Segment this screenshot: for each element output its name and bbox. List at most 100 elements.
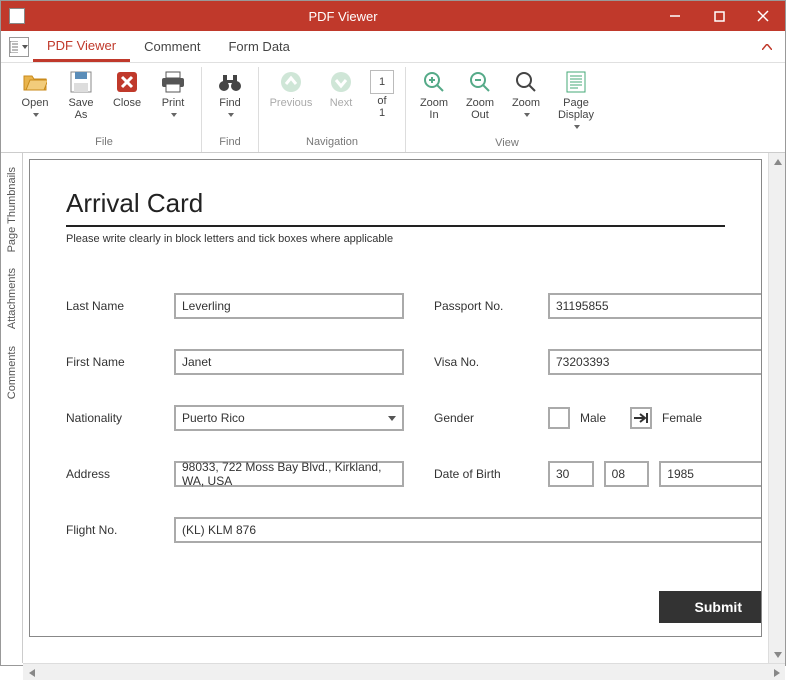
label-gender: Gender (434, 411, 518, 425)
input-firstname[interactable]: Janet (174, 349, 404, 375)
checkbox-male[interactable] (548, 407, 570, 429)
side-tab-thumbnails[interactable]: Page Thumbnails (6, 167, 18, 252)
page-subtitle: Please write clearly in block letters an… (66, 233, 725, 245)
input-address[interactable]: 98033, 722 Moss Bay Blvd., Kirkland, WA,… (174, 461, 404, 487)
menubar: PDF Viewer Comment Form Data (1, 31, 785, 63)
close-button[interactable]: Close (105, 67, 149, 134)
find-button[interactable]: Find (208, 67, 252, 134)
input-dob-year[interactable]: 1985 (659, 461, 762, 487)
submit-button[interactable]: Submit (659, 591, 762, 623)
next-button[interactable]: Next (319, 67, 363, 134)
titlebar: PDF Viewer (1, 1, 785, 31)
close-icon (114, 69, 140, 95)
open-button[interactable]: Open (13, 67, 57, 134)
binoculars-icon (217, 69, 243, 95)
page-number-input[interactable]: 1 (370, 70, 394, 94)
content-area: Page Thumbnails Attachments Comments Arr… (1, 153, 785, 663)
print-label: Print (162, 97, 185, 109)
ribbon-group-label-file: File (13, 134, 195, 152)
label-visa: Visa No. (434, 355, 518, 369)
label-nationality: Nationality (66, 411, 144, 425)
input-lastname[interactable]: Leverling (174, 293, 404, 319)
input-visa[interactable]: 73203393 (548, 349, 762, 375)
zoom-in-icon (421, 69, 447, 95)
arrow-up-icon (278, 69, 304, 95)
label-male: Male (580, 411, 606, 425)
submit-row: Submit (66, 591, 762, 623)
checkbox-female[interactable] (630, 407, 652, 429)
save-as-button[interactable]: Save As (59, 67, 103, 134)
scroll-up-button[interactable] (769, 153, 786, 170)
input-dob-day[interactable]: 30 (548, 461, 594, 487)
window-title: PDF Viewer (33, 9, 653, 24)
save-icon (68, 69, 94, 95)
pointer-icon (633, 412, 649, 424)
side-panel-tabs: Page Thumbnails Attachments Comments (1, 153, 23, 663)
label-lastname: Last Name (66, 299, 144, 313)
dob-row: 30 08 1985 (548, 461, 762, 487)
side-tab-comments[interactable]: Comments (6, 346, 18, 399)
zoom-label: Zoom (512, 97, 540, 109)
tab-pdf-viewer[interactable]: PDF Viewer (33, 32, 130, 62)
scroll-down-button[interactable] (769, 646, 786, 663)
app-icon (9, 8, 25, 24)
page-display-button[interactable]: Page Display (550, 67, 602, 135)
previous-label: Previous (270, 97, 313, 109)
page-indicator[interactable]: 1 of 1 (365, 67, 399, 134)
side-tab-attachments[interactable]: Attachments (6, 268, 18, 329)
maximize-button[interactable] (697, 1, 741, 31)
input-flight[interactable]: (KL) KLM 876 (174, 517, 762, 543)
ribbon-group-file: Open Save As Close Print File (7, 67, 202, 152)
minimize-button[interactable] (653, 1, 697, 31)
page-of-label: of 1 (377, 95, 386, 119)
label-flight: Flight No. (66, 523, 144, 537)
ribbon-group-label-view: View (412, 135, 602, 153)
ribbon-group-navigation: Previous Next 1 of 1 Navigation (259, 67, 406, 152)
zoom-in-label: Zoom In (420, 97, 448, 121)
zoom-out-icon (467, 69, 493, 95)
scroll-left-button[interactable] (23, 664, 40, 681)
zoom-out-button[interactable]: Zoom Out (458, 67, 502, 135)
tab-form-data[interactable]: Form Data (214, 33, 303, 60)
scroll-right-button[interactable] (768, 664, 785, 681)
ribbon-group-label-find: Find (208, 134, 252, 152)
file-menu-button[interactable] (9, 37, 29, 57)
scroll-track-v[interactable] (769, 170, 785, 646)
form-grid: Last Name Leverling Passport No. 3119585… (66, 293, 725, 623)
title-divider (66, 225, 725, 227)
scroll-track-h[interactable] (40, 664, 768, 680)
ribbon-group-label-nav: Navigation (265, 134, 399, 152)
magnifier-icon (513, 69, 539, 95)
zoom-out-label: Zoom Out (466, 97, 494, 121)
input-dob-month[interactable]: 08 (604, 461, 650, 487)
ribbon-group-view: Zoom In Zoom Out Zoom Page Display View (406, 67, 608, 152)
save-as-label: Save As (68, 97, 93, 121)
print-icon (160, 69, 186, 95)
next-label: Next (330, 97, 353, 109)
input-passport[interactable]: 31195855 (548, 293, 762, 319)
zoom-in-button[interactable]: Zoom In (412, 67, 456, 135)
collapse-ribbon-button[interactable] (757, 37, 777, 57)
find-label: Find (219, 97, 240, 109)
zoom-button[interactable]: Zoom (504, 67, 548, 135)
page-display-label: Page Display (558, 97, 594, 121)
ribbon-group-find: Find Find (202, 67, 259, 152)
close-window-button[interactable] (741, 1, 785, 31)
label-female: Female (662, 411, 702, 425)
label-address: Address (66, 467, 144, 481)
label-firstname: First Name (66, 355, 144, 369)
gender-row: Male Female (548, 407, 762, 429)
tab-comment[interactable]: Comment (130, 33, 214, 60)
label-passport: Passport No. (434, 299, 518, 313)
open-label: Open (22, 97, 49, 109)
ribbon: Open Save As Close Print File Find Fi (1, 63, 785, 153)
page-title: Arrival Card (66, 188, 725, 219)
combo-nationality[interactable]: Puerto Rico (174, 405, 404, 431)
previous-button[interactable]: Previous (265, 67, 317, 134)
close-label: Close (113, 97, 141, 109)
folder-open-icon (22, 69, 48, 95)
label-dob: Date of Birth (434, 467, 518, 481)
arrow-down-icon (328, 69, 354, 95)
vertical-scrollbar[interactable] (768, 153, 785, 663)
print-button[interactable]: Print (151, 67, 195, 134)
